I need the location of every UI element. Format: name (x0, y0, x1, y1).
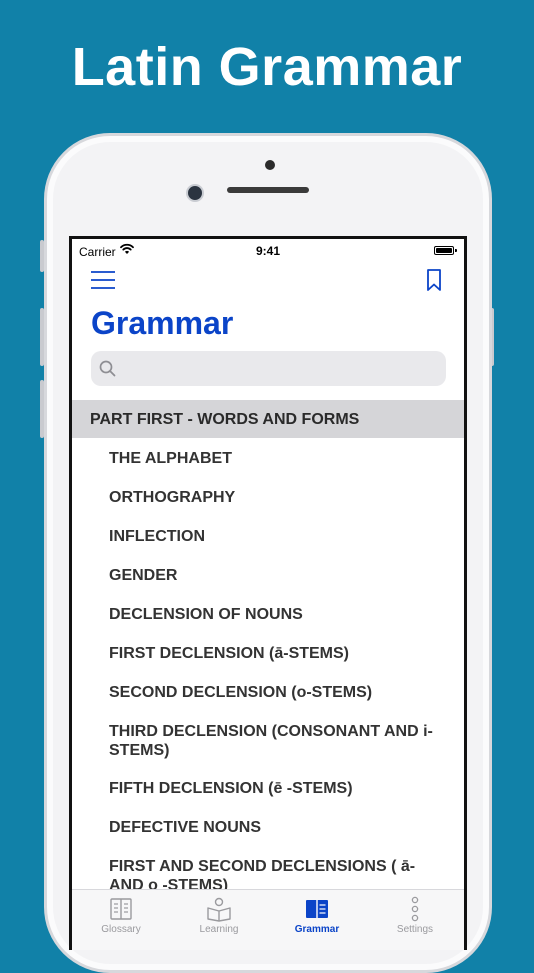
list-item[interactable]: DECLENSION OF NOUNS (72, 594, 464, 633)
list-item[interactable]: GENDER (72, 555, 464, 594)
tab-bar: Glossary Learning Grammar Settings (72, 889, 464, 950)
learning-icon (207, 897, 231, 922)
tab-settings[interactable]: Settings (366, 890, 464, 950)
page-title: Grammar (91, 305, 234, 341)
phone-sensor (265, 160, 275, 170)
list-item[interactable]: INFLECTION (72, 516, 464, 555)
tab-label: Grammar (294, 924, 340, 935)
tab-label: Settings (396, 924, 434, 935)
tab-label: Glossary (101, 924, 141, 935)
status-bar: Carrier 9:41 (72, 239, 464, 263)
list-item[interactable]: DEFECTIVE NOUNS (72, 807, 464, 846)
glossary-icon (110, 898, 132, 920)
list-item[interactable]: THE ALPHABET (72, 438, 464, 477)
list-item[interactable]: ORTHOGRAPHY (72, 477, 464, 516)
tab-grammar[interactable]: Grammar (268, 890, 366, 950)
menu-icon[interactable] (90, 269, 116, 291)
promo-title: Latin Grammar (71, 37, 463, 97)
list-item[interactable]: FIFTH DECLENSION (ē -STEMS) (72, 768, 464, 807)
app-screen: Carrier 9:41 Grammar PART FIRST - WORDS … (69, 236, 467, 950)
search-icon (99, 360, 116, 377)
list-item[interactable]: THIRD DECLENSION (CONSONANT AND i-STEMS) (72, 711, 464, 768)
bookmark-icon[interactable] (426, 268, 442, 292)
section-header: PART FIRST - WORDS AND FORMS (72, 400, 464, 438)
phone-speaker (227, 187, 309, 193)
tab-glossary[interactable]: Glossary (72, 890, 170, 950)
tab-label: Learning (199, 924, 239, 935)
list-item[interactable]: FIRST DECLENSION (ā-STEMS) (72, 633, 464, 672)
status-time: 9:41 (255, 244, 281, 258)
search-bar[interactable] (91, 351, 446, 388)
settings-icon (411, 896, 419, 922)
grammar-icon (306, 900, 328, 918)
phone-camera (186, 184, 204, 202)
search-input[interactable] (123, 351, 442, 388)
list-item[interactable]: FIRST AND SECOND DECLENSIONS ( ā- AND o … (72, 846, 464, 892)
grammar-topic-list[interactable]: PART FIRST - WORDS AND FORMS THE ALPHABE… (72, 400, 464, 892)
tab-learning[interactable]: Learning (170, 890, 268, 950)
list-item[interactable]: SECOND DECLENSION (o-STEMS) (72, 672, 464, 711)
battery-icon (434, 246, 457, 255)
